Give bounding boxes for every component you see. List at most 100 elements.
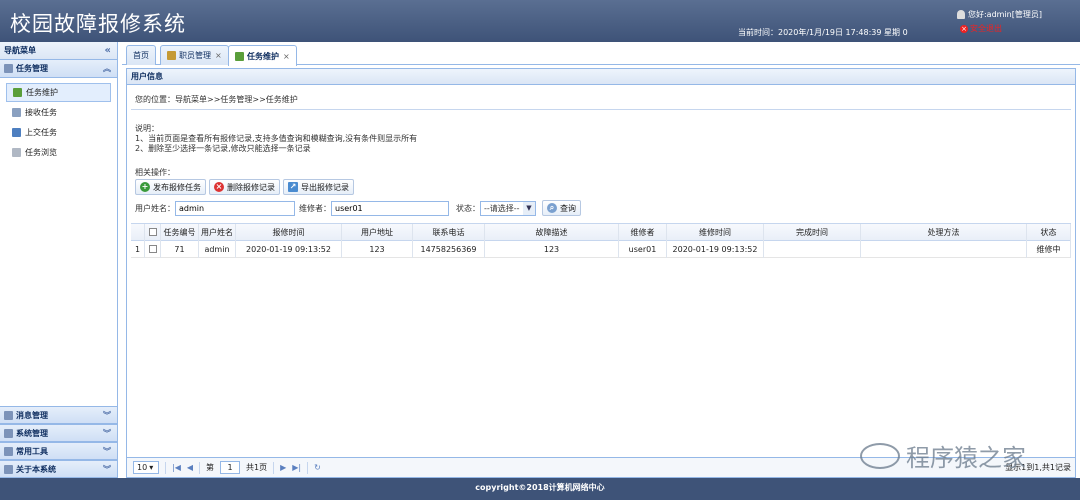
maintenance-icon (235, 51, 244, 61)
chevron-down-icon[interactable]: ︾ (103, 428, 111, 439)
tab-task-maintenance[interactable]: 任务维护 × (228, 45, 297, 66)
column-header[interactable]: 用户地址 (342, 223, 413, 241)
divider (273, 461, 275, 474)
browse-icon (12, 148, 21, 157)
table-cell (764, 240, 861, 258)
search-bar: 用户姓名： 维修者： 状态： --请选择-- ▼ ⌕ 查询 (135, 200, 581, 216)
group-system-management[interactable]: 系统管理 ︾ (0, 424, 117, 442)
group-message-management[interactable]: 消息管理 ︾ (0, 406, 117, 424)
column-header[interactable]: 任务编号 (161, 223, 199, 241)
select-all-checkbox[interactable] (148, 228, 157, 236)
chevron-down-icon[interactable]: ︾ (103, 410, 111, 421)
table-cell: 71 (161, 240, 199, 258)
chevron-up-icon[interactable]: ︽ (103, 63, 111, 74)
button-label: 删除报修记录 (227, 182, 275, 192)
sidebar-item-browse-task[interactable]: 任务浏览 (6, 143, 111, 162)
app-header: 校园故障报修系统 您好:admin[管理员] × 安全退出 当前时间：2020年… (0, 0, 1080, 42)
logout-label[interactable]: 安全退出 (970, 23, 1002, 34)
column-header[interactable]: 维修时间 (667, 223, 764, 241)
publish-task-button[interactable]: + 发布报修任务 (135, 179, 206, 195)
close-icon[interactable]: × (215, 51, 222, 60)
prev-page-button[interactable]: ◀ (187, 463, 193, 472)
message-icon (4, 410, 13, 420)
last-page-button[interactable]: ▶| (292, 463, 301, 472)
tab-staff-management[interactable]: 职员管理 × (160, 45, 229, 65)
row-checkbox[interactable] (148, 245, 157, 253)
tab-home[interactable]: 首页 (126, 45, 156, 65)
chevron-down-icon[interactable]: ▼ (523, 201, 535, 215)
button-label: 导出报修记录 (301, 182, 349, 192)
ops-label: 相关操作： (135, 168, 175, 177)
first-page-button[interactable]: |◀ (172, 463, 181, 472)
table-cell (861, 240, 1027, 258)
table-cell: admin (199, 240, 236, 258)
sidebar-item-label: 接收任务 (25, 108, 57, 117)
table-header: 任务编号 用户姓名 报修时间 用户地址 联系电话 故障描述 维修者 维修时间 完… (131, 223, 1071, 241)
divider (131, 109, 1071, 110)
group-about[interactable]: 关于本系统 ︾ (0, 460, 117, 478)
search-button[interactable]: ⌕ 查询 (542, 200, 581, 216)
delete-record-button[interactable]: × 删除报修记录 (209, 179, 280, 195)
column-header[interactable]: 状态 (1027, 223, 1071, 241)
group-label: 消息管理 (16, 410, 48, 420)
status-select[interactable]: --请选择-- ▼ (480, 200, 536, 216)
table-row[interactable]: 1 71 admin 2020-01-19 09:13:52 123 14758… (131, 240, 1071, 258)
table-cell: 14758256369 (413, 240, 485, 258)
task-group-icon (4, 64, 13, 73)
user-greeting: 您好:admin[管理员] (967, 10, 1042, 19)
sidebar-item-label: 上交任务 (25, 128, 57, 137)
select-all-cell (145, 223, 161, 241)
page-size-select[interactable]: 10 ▾ (133, 461, 159, 474)
group-label: 任务管理 (16, 64, 48, 73)
current-datetime: 当前时间：2020年/1月/19日 17:48:39 星期 0 (738, 28, 908, 37)
user-info-panel: 用户信息 您的位置：导航菜单>>任务管理>>任务维护 说明： 1、当前页面是查看… (126, 68, 1076, 478)
footer: copyright©2018计算机网络中心 (0, 478, 1080, 500)
panel-title: 用户信息 (127, 69, 1075, 85)
collapse-icon[interactable]: « (105, 45, 111, 56)
table-cell: 2020-01-19 09:13:52 (236, 240, 342, 258)
description: 说明： 1、当前页面是查看所有报修记录,支持多值查询和模糊查询,没有条件则显示所… (135, 124, 417, 154)
export-icon: ↗ (288, 182, 298, 192)
column-header[interactable]: 维修者 (619, 223, 667, 241)
chevron-down-icon[interactable]: ︾ (103, 446, 111, 457)
desc-title: 说明： (135, 124, 159, 133)
chevron-down-icon: ▾ (149, 463, 154, 472)
add-icon: + (140, 182, 150, 192)
column-header[interactable]: 完成时间 (764, 223, 861, 241)
wechat-icon (860, 442, 900, 469)
page-number-input[interactable]: 1 (220, 461, 241, 474)
column-header[interactable]: 用户姓名 (199, 223, 236, 241)
column-header[interactable]: 联系电话 (413, 223, 485, 241)
delete-icon: × (214, 182, 224, 192)
row-number: 1 (131, 240, 145, 258)
group-common-tools[interactable]: 常用工具 ︾ (0, 442, 117, 460)
close-icon[interactable]: × (283, 52, 290, 61)
sidebar-item-receive-task[interactable]: 接收任务 (6, 103, 111, 122)
user-info: 您好:admin[管理员] (956, 9, 1042, 20)
collapsed-groups: 消息管理 ︾ 系统管理 ︾ 常用工具 ︾ 关于本系统 ︾ (0, 406, 117, 478)
status-cell: 维修中 (1027, 240, 1071, 258)
sidebar-item-task-maintenance[interactable]: 任务维护 (6, 83, 111, 102)
divider (307, 461, 309, 474)
logout-link[interactable]: × 安全退出 (960, 23, 1002, 34)
table-cell: 2020-01-19 09:13:52 (667, 240, 764, 258)
sidebar-item-label: 任务浏览 (25, 148, 57, 157)
submit-icon (12, 128, 21, 137)
next-page-button[interactable]: ▶ (280, 463, 286, 472)
column-header[interactable]: 处理方法 (861, 223, 1027, 241)
sidebar-item-submit-task[interactable]: 上交任务 (6, 123, 111, 142)
export-record-button[interactable]: ↗ 导出报修记录 (283, 179, 354, 195)
repairer-input[interactable] (331, 200, 449, 216)
home-icon (4, 464, 13, 474)
username-input[interactable] (175, 200, 295, 216)
group-task-management[interactable]: 任务管理 ︽ (0, 60, 117, 78)
chevron-down-icon[interactable]: ︾ (103, 464, 111, 475)
user-icon (956, 10, 965, 19)
ops-toolbar: + 发布报修任务 × 删除报修记录 ↗ 导出报修记录 (135, 179, 354, 195)
tab-label: 任务维护 (247, 51, 279, 61)
table-cell: 123 (485, 240, 619, 258)
column-header[interactable]: 故障描述 (485, 223, 619, 241)
column-header[interactable]: 报修时间 (236, 223, 342, 241)
refresh-icon[interactable]: ↻ (314, 463, 321, 472)
table-cell: user01 (619, 240, 667, 258)
